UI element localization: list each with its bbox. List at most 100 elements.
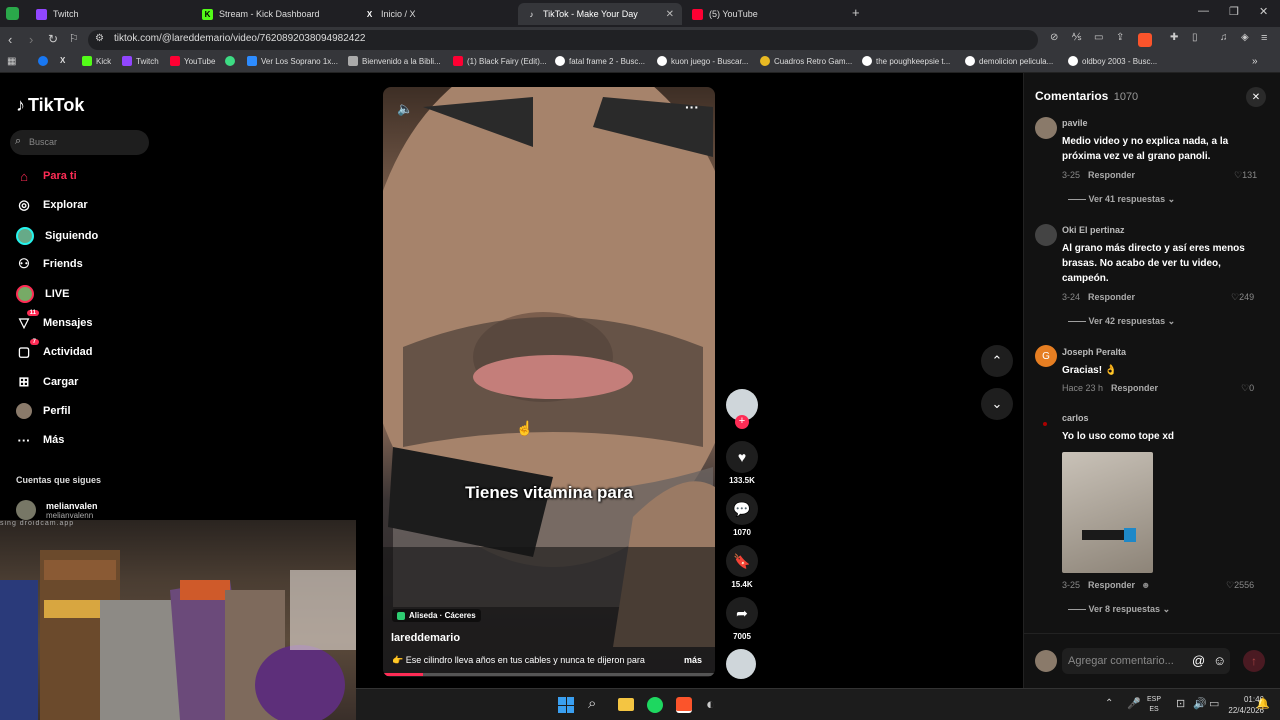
comment-user[interactable]: pavile — [1062, 118, 1252, 128]
microphone-icon[interactable]: 🎤 — [1127, 697, 1141, 710]
reply-button[interactable]: Responder — [1088, 170, 1135, 180]
previous-video-button[interactable]: ⌃ — [981, 345, 1013, 377]
comment-like[interactable]: ♡0 — [1241, 383, 1254, 394]
menu-icon[interactable]: ≡ — [1261, 32, 1267, 44]
browser-profile-icon[interactable] — [6, 7, 19, 20]
location-tag[interactable]: Aliseda · Cáceres — [392, 609, 481, 622]
back-icon[interactable]: ‹ — [8, 32, 12, 47]
forward-icon[interactable]: › — [29, 32, 33, 47]
tab-tiktok[interactable]: ♪ TikTok - Make Your Day ✕ — [518, 3, 682, 25]
comment-user[interactable]: Joseph Peralta — [1062, 347, 1126, 357]
reply-button[interactable]: Responder — [1088, 292, 1135, 302]
video-author[interactable]: lareddemario — [391, 632, 460, 644]
volume-icon[interactable]: 🔈 — [397, 101, 413, 117]
tab-kick[interactable]: K Stream - Kick Dashboard — [194, 3, 360, 25]
view-replies-button[interactable]: —— Ver 42 respuestas ⌄ — [1068, 316, 1175, 327]
like-button[interactable]: ♥ 133.5K — [726, 441, 758, 485]
more-options-icon[interactable]: ··· — [685, 99, 699, 115]
bookmark-poughkeepsie[interactable]: the poughkeepsie t... — [862, 56, 950, 66]
sidebar-item-live[interactable]: LIVE — [16, 285, 69, 303]
share-icon[interactable]: ⇪ — [1116, 32, 1124, 43]
obs-icon[interactable]: ◐ — [706, 696, 715, 713]
comment-image[interactable] — [1062, 452, 1153, 573]
save-button[interactable]: 🔖 15.4K — [726, 545, 758, 589]
sidebar-item-para-ti[interactable]: ⌂ Para ti — [16, 168, 77, 184]
bookmark-youtube[interactable]: YouTube — [170, 56, 215, 66]
view-replies-button[interactable]: —— Ver 8 respuestas ⌄ — [1068, 604, 1170, 615]
comment-like[interactable]: ♡249 — [1231, 292, 1254, 303]
share-button[interactable]: ➦ 7005 — [726, 597, 758, 641]
tab-x[interactable]: X Inicio / X — [356, 3, 522, 25]
search-input[interactable]: ⌕ Buscar — [10, 130, 149, 155]
close-tab-icon[interactable]: ✕ — [666, 9, 674, 20]
avatar[interactable] — [1035, 413, 1057, 435]
avatar[interactable] — [1035, 117, 1057, 139]
file-explorer-icon[interactable] — [618, 698, 634, 711]
search-icon[interactable]: ⌕ — [588, 695, 596, 712]
mention-icon[interactable]: @ — [1192, 653, 1205, 668]
brave-shield-icon[interactable] — [1138, 33, 1152, 47]
close-comments-button[interactable]: ✕ — [1246, 87, 1266, 107]
tab-youtube[interactable]: (5) YouTube — [684, 3, 850, 25]
site-settings-icon[interactable]: ⚙ — [95, 33, 104, 44]
minimize-icon[interactable]: — — [1198, 5, 1209, 17]
bookmark-kick[interactable]: Kick — [82, 56, 111, 66]
sidebar-item-siguiendo[interactable]: Siguiendo — [16, 227, 98, 245]
following-account[interactable]: melianvalen melianvalenn — [16, 500, 98, 520]
media-icon[interactable]: ♫ — [1220, 32, 1228, 43]
bookmark-kuon[interactable]: kuon juego - Buscar... — [657, 56, 748, 66]
bookmark-biblioteca[interactable]: Bienvenido a la Bibli... — [348, 56, 441, 66]
cast-icon[interactable]: ▭ — [1094, 32, 1103, 43]
restore-icon[interactable]: ❐ — [1229, 5, 1239, 18]
reply-button[interactable]: Responder — [1111, 383, 1158, 393]
sidebar-item-mas[interactable]: ··· Más — [16, 432, 65, 448]
post-comment-button[interactable]: ↑ — [1243, 650, 1265, 672]
bookmark-android[interactable] — [225, 56, 239, 66]
comment-user[interactable]: Oki El pertinaz — [1062, 225, 1257, 235]
comment-button[interactable]: 💬 1070 — [726, 493, 758, 537]
comment-like[interactable]: ♡131 — [1234, 170, 1257, 181]
comment-like[interactable]: ♡2556 — [1226, 580, 1254, 591]
tray-overflow-icon[interactable]: ⌃ — [1105, 698, 1113, 709]
bookmark-x[interactable]: X — [60, 56, 65, 65]
author-avatar-button[interactable]: + — [726, 389, 758, 429]
bookmark-facebook[interactable] — [38, 56, 52, 66]
extensions-icon[interactable]: ✚ — [1170, 32, 1178, 43]
avatar[interactable]: G — [1035, 345, 1057, 367]
video-progress-track[interactable] — [383, 673, 715, 676]
sidebar-item-cargar[interactable]: ⊞ Cargar — [16, 374, 79, 390]
tiktok-logo[interactable]: ♪ TikTok — [16, 95, 84, 116]
bookmark-cuadros[interactable]: Cuadros Retro Gam... — [760, 56, 852, 66]
spotify-icon[interactable] — [647, 697, 663, 713]
avatar[interactable] — [1035, 224, 1057, 246]
translate-icon[interactable]: ⅍ — [1072, 32, 1081, 43]
network-icon[interactable]: ⊡ — [1176, 697, 1185, 710]
shield-off-icon[interactable]: ⊘ — [1050, 32, 1058, 43]
start-icon[interactable] — [558, 697, 574, 713]
sidebar-item-mensajes[interactable]: ▽ 11 Mensajes — [16, 310, 93, 331]
bookmark-oldboy[interactable]: oldboy 2003 - Busc... — [1068, 56, 1157, 66]
bookmark-demolicion[interactable]: demolicion pelicula... — [965, 56, 1053, 66]
follow-plus-icon[interactable]: + — [735, 415, 749, 429]
reload-icon[interactable]: ↻ — [48, 32, 58, 46]
sidebar-item-friends[interactable]: ⚇ Friends — [16, 256, 83, 272]
tab-twitch[interactable]: Twitch — [28, 3, 194, 25]
emoji-icon[interactable]: ☺ — [1213, 653, 1226, 668]
bookmark-black-fairy[interactable]: (1) Black Fairy (Edit)... — [453, 56, 547, 66]
sidebar-item-explorar[interactable]: ◎ Explorar — [16, 197, 87, 213]
next-video-button[interactable]: ⌄ — [981, 388, 1013, 420]
new-tab-icon[interactable]: + — [852, 5, 860, 20]
sidebar-item-actividad[interactable]: ▢ 7 Actividad — [16, 339, 93, 360]
brave-browser-icon[interactable] — [676, 697, 692, 713]
view-replies-button[interactable]: —— Ver 41 respuestas ⌄ — [1068, 194, 1175, 205]
more-bookmarks-icon[interactable]: » — [1252, 56, 1258, 67]
vpn-icon[interactable]: ◈ — [1241, 32, 1249, 43]
reply-button[interactable]: Responder — [1088, 580, 1135, 590]
bookmark-page-icon[interactable]: ⚐ — [69, 32, 79, 45]
speaker-icon[interactable]: 🔊 — [1193, 697, 1207, 710]
close-window-icon[interactable]: ✕ — [1259, 5, 1268, 18]
bookmark-soprano[interactable]: Ver Los Soprano 1x... — [247, 56, 338, 66]
comment-user[interactable]: carlos — [1062, 413, 1174, 423]
sidebar-icon[interactable]: ▯ — [1192, 32, 1198, 43]
video-player[interactable]: 🔈 ··· Tienes vitamina para Aliseda · Các… — [383, 87, 715, 677]
